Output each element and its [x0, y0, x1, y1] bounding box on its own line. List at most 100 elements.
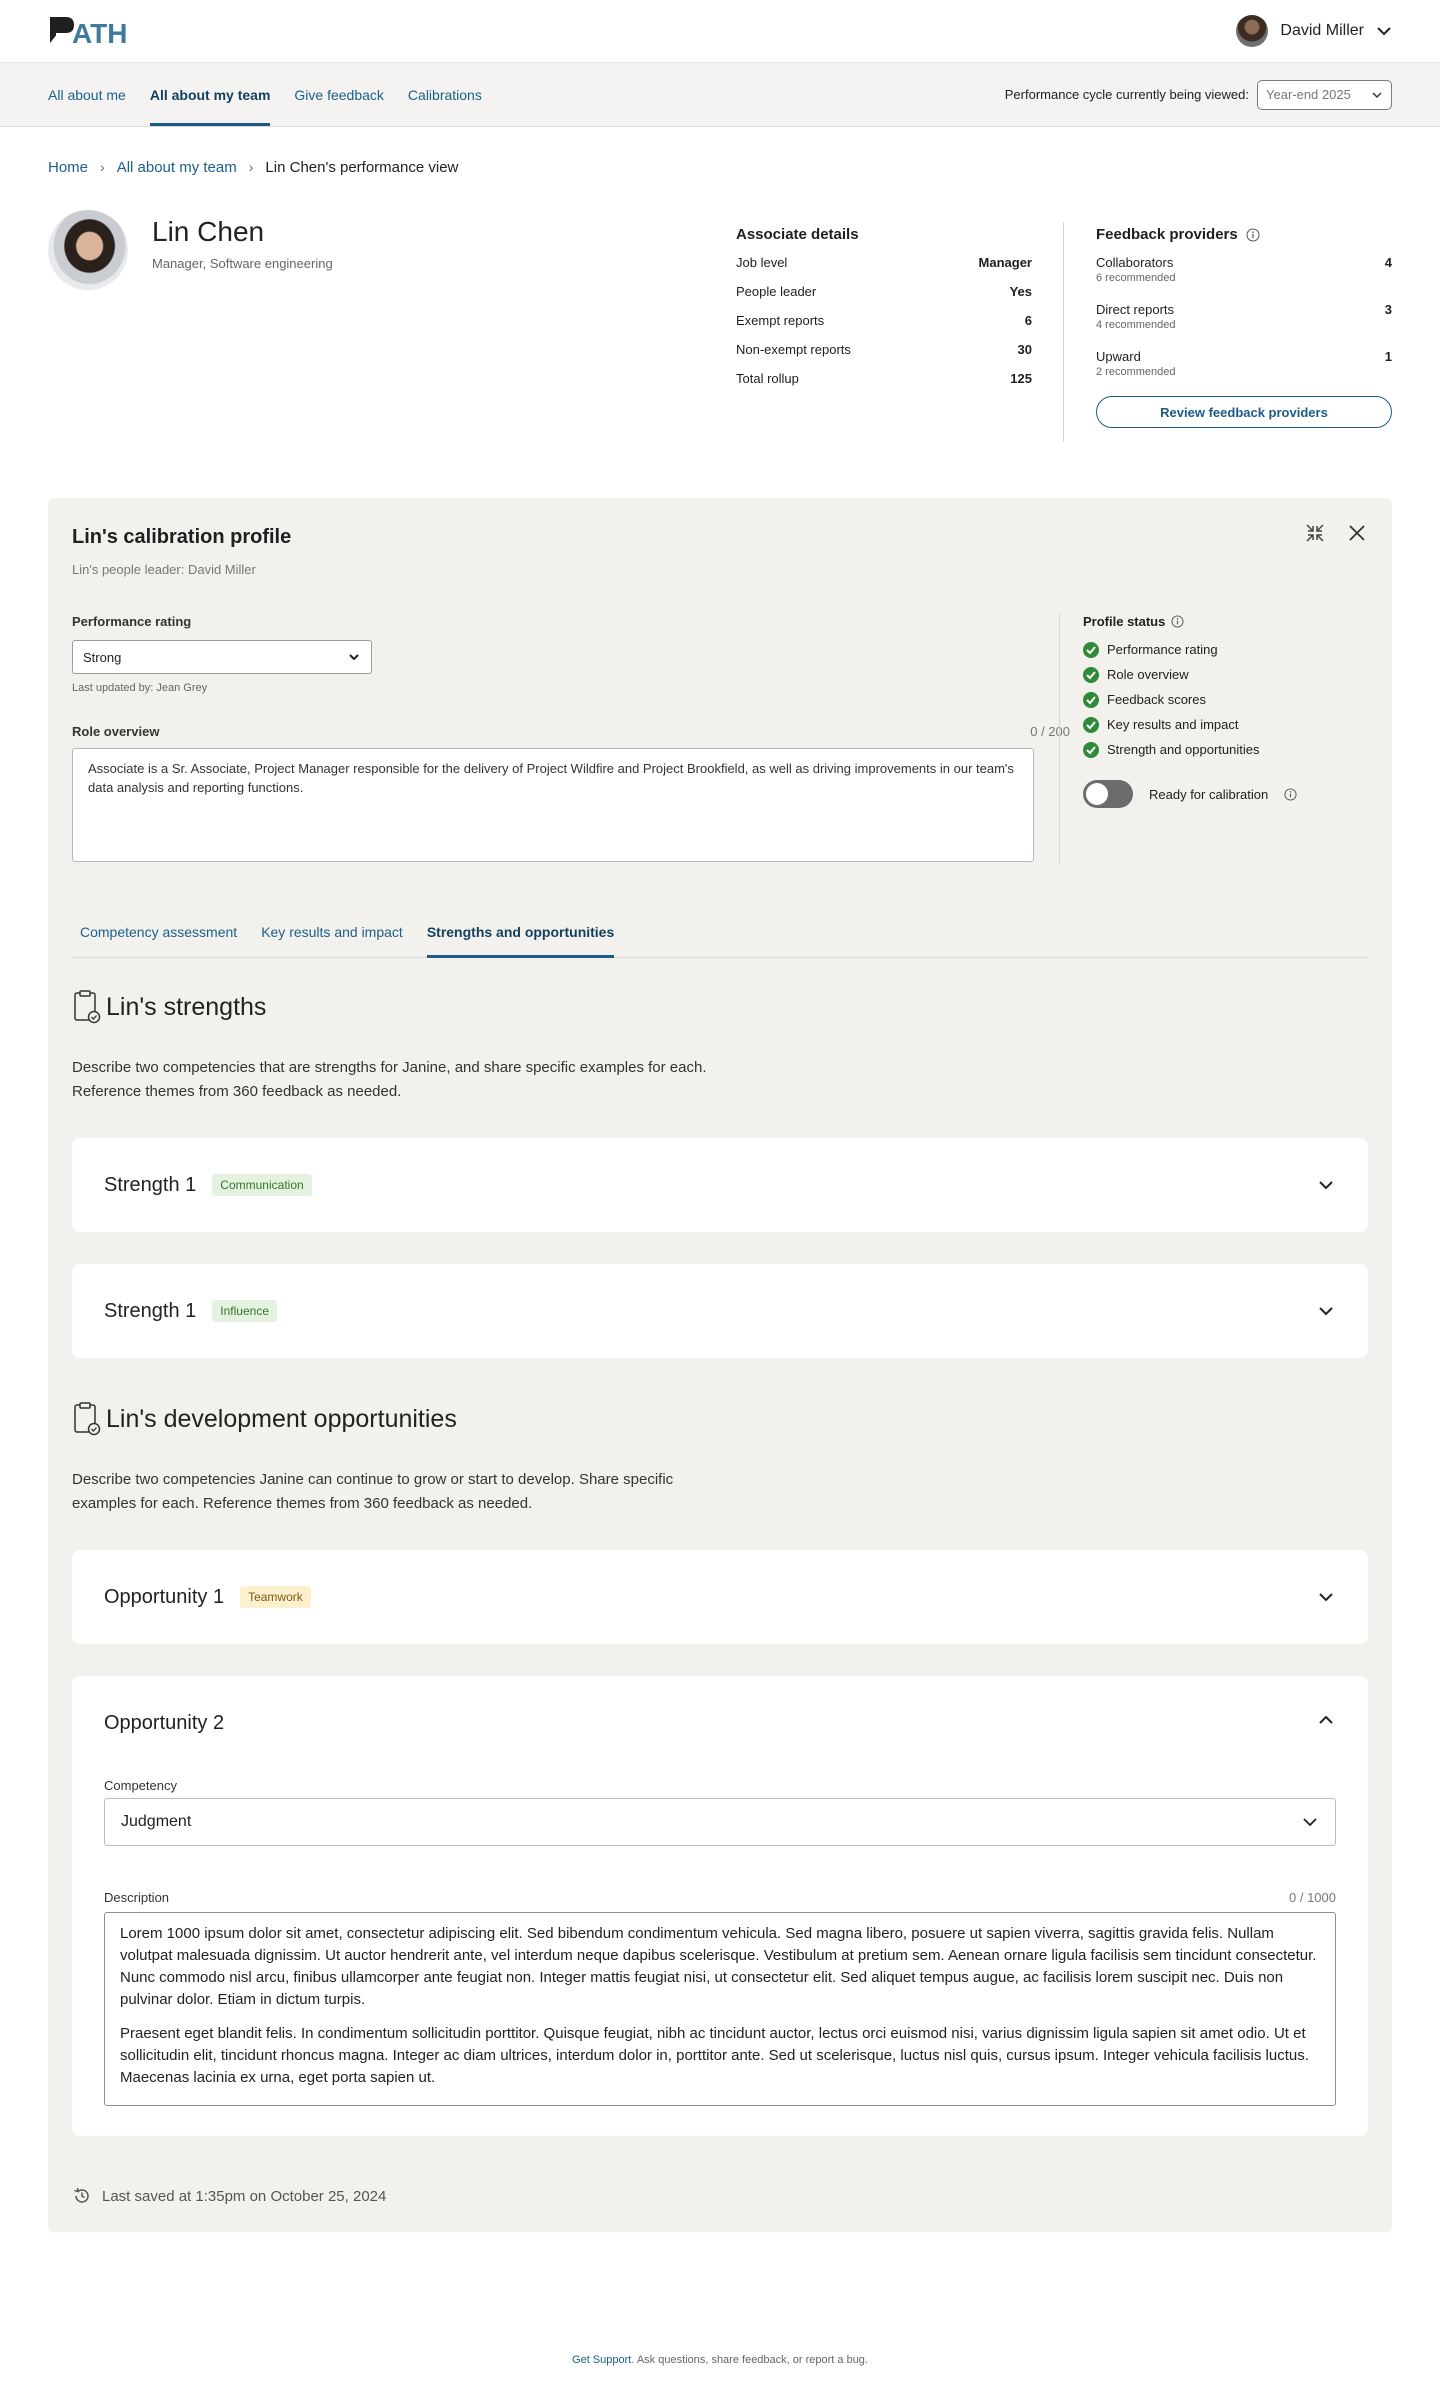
chevron-down-icon[interactable] [1316, 1175, 1336, 1195]
cycle-value: Year-end 2025 [1266, 87, 1351, 102]
breadcrumb-current: Lin Chen's performance view [265, 158, 459, 176]
check-circle-icon [1083, 691, 1099, 708]
chevron-down-icon [1303, 1818, 1317, 1827]
info-icon[interactable] [1246, 228, 1260, 242]
nav-tab-give-feedback[interactable]: Give feedback [294, 63, 384, 126]
feedback-providers: Feedback providers Collaborators 6 recomm… [1096, 226, 1392, 428]
strength-card-1[interactable]: Strength 1 Communication [72, 1138, 1368, 1232]
review-feedback-providers-button[interactable]: Review feedback providers [1096, 396, 1392, 428]
check-circle-icon [1083, 741, 1099, 758]
profile-status: Profile status Performance rating Role o… [1083, 614, 1363, 808]
breadcrumb-team[interactable]: All about my team [117, 159, 237, 176]
performance-rating-value: Strong [83, 649, 122, 665]
check-circle-icon [1083, 716, 1099, 733]
chevron-down-icon [1372, 91, 1382, 98]
provider-row: Upward 2 recommended 1 [1096, 349, 1392, 396]
user-menu[interactable]: David Miller [1236, 15, 1392, 47]
description-textarea[interactable]: Lorem 1000 ipsum dolor sit amet, consect… [104, 1912, 1336, 2106]
divider [1063, 222, 1064, 442]
provider-label: Collaborators [1096, 255, 1174, 270]
strength-title: Strength 1 [104, 1173, 197, 1196]
collapse-icon[interactable] [1304, 522, 1326, 544]
svg-text:ATH: ATH [72, 18, 127, 47]
role-overview-label: Role overview [72, 724, 160, 739]
detail-label: Non-exempt reports [736, 342, 851, 357]
detail-row: Non-exempt reports 30 [736, 342, 1032, 371]
info-icon[interactable] [1171, 615, 1184, 628]
calibration-subtitle: Lin's people leader: David Miller [72, 562, 256, 577]
opportunities-heading: Lin's development opportunities [106, 1404, 457, 1433]
chevron-up-icon[interactable] [1316, 1710, 1336, 1730]
nav-tab-all-about-me[interactable]: All about me [48, 63, 126, 126]
nav-tab-all-about-my-team[interactable]: All about my team [149, 63, 270, 126]
calibration-title: Lin's calibration profile [72, 526, 292, 548]
history-icon [74, 2187, 89, 2203]
opportunity-card-1[interactable]: Opportunity 1 Teamwork [72, 1550, 1368, 1644]
footer: Get Support. Ask questions, share feedba… [0, 2354, 1440, 2366]
tab-strengths-opportunities[interactable]: Strengths and opportunities [426, 906, 615, 958]
detail-value: Yes [1009, 284, 1032, 299]
provider-count: 1 [1384, 349, 1392, 364]
role-overview-textarea[interactable]: Associate is a Sr. Associate, Project Ma… [72, 748, 1034, 862]
chevron-right-icon: › [248, 159, 254, 175]
chevron-down-icon [349, 654, 359, 661]
status-item: Key results and impact [1083, 712, 1363, 737]
detail-label: People leader [736, 284, 817, 299]
strength-card-2[interactable]: Strength 1 Influence [72, 1264, 1368, 1358]
path-logo[interactable]: ATH [48, 15, 132, 47]
status-item: Feedback scores [1083, 687, 1363, 712]
tab-competency-assessment[interactable]: Competency assessment [80, 906, 237, 957]
detail-label: Job level [736, 255, 788, 270]
last-updated: Last updated by: Jean Grey [72, 682, 208, 694]
opportunities-heading-row: Lin's development opportunities [72, 1402, 457, 1436]
chevron-down-icon[interactable] [1316, 1301, 1336, 1321]
provider-count: 3 [1384, 302, 1392, 317]
competency-select[interactable]: Judgment [104, 1798, 1336, 1846]
get-support-link[interactable]: Get Support [572, 2354, 631, 2366]
provider-recommended: 2 recommended [1096, 366, 1176, 378]
status-label: Role overview [1107, 667, 1189, 682]
chevron-right-icon: › [100, 159, 105, 175]
provider-recommended: 4 recommended [1096, 319, 1176, 331]
ready-for-calibration-label: Ready for calibration [1149, 786, 1269, 802]
clipboard-check-icon [74, 990, 101, 1024]
check-circle-icon [1083, 666, 1099, 683]
chevron-down-icon[interactable] [1316, 1587, 1336, 1607]
last-saved-text: Last saved at 1:35pm on October 25, 2024 [102, 2187, 387, 2205]
provider-label: Direct reports [1096, 302, 1175, 317]
description-count: 0 / 1000 [1289, 1890, 1336, 1905]
status-label: Key results and impact [1107, 717, 1239, 732]
profile-name: Lin Chen [152, 216, 265, 247]
footer-text: . Ask questions, share feedback, or repo… [631, 2354, 868, 2366]
performance-rating-select[interactable]: Strong [72, 640, 372, 674]
nav-tab-calibrations[interactable]: Calibrations [408, 63, 482, 126]
status-item: Performance rating [1083, 637, 1363, 662]
info-icon[interactable] [1284, 787, 1297, 801]
description-label: Description [104, 1890, 170, 1905]
breadcrumb-home[interactable]: Home [48, 159, 88, 176]
breadcrumb: Home › All about my team › Lin Chen's pe… [0, 152, 1440, 182]
user-name: David Miller [1280, 22, 1364, 39]
chevron-down-icon [1377, 27, 1391, 36]
profile-status-heading: Profile status [1083, 614, 1166, 629]
cycle-select[interactable]: Year-end 2025 [1257, 79, 1392, 110]
competency-tag: Teamwork [240, 1586, 311, 1608]
ready-for-calibration-toggle[interactable] [1083, 780, 1133, 808]
top-bar: ATH David Miller [0, 0, 1440, 63]
close-icon[interactable] [1346, 522, 1368, 544]
tab-key-results[interactable]: Key results and impact [261, 906, 403, 957]
status-item: Strength and opportunities [1083, 737, 1363, 762]
strengths-description: Describe two competencies that are stren… [72, 1059, 707, 1100]
detail-row: Exempt reports 6 [736, 313, 1032, 342]
status-label: Feedback scores [1107, 692, 1206, 707]
divider [1059, 614, 1060, 864]
opportunity-title: Opportunity 1 [104, 1585, 225, 1608]
strength-title: Strength 1 [104, 1299, 197, 1322]
detail-label: Total rollup [736, 371, 799, 386]
provider-count: 4 [1384, 255, 1392, 270]
opportunity-card-2: Opportunity 2 Competency Judgment Descri… [72, 1676, 1368, 2136]
provider-row: Collaborators 6 recommended 4 [1096, 255, 1392, 302]
status-label: Strength and opportunities [1107, 742, 1260, 757]
competency-value: Judgment [121, 1813, 192, 1830]
associate-details: Associate details Job level Manager Peopl… [736, 226, 1032, 400]
